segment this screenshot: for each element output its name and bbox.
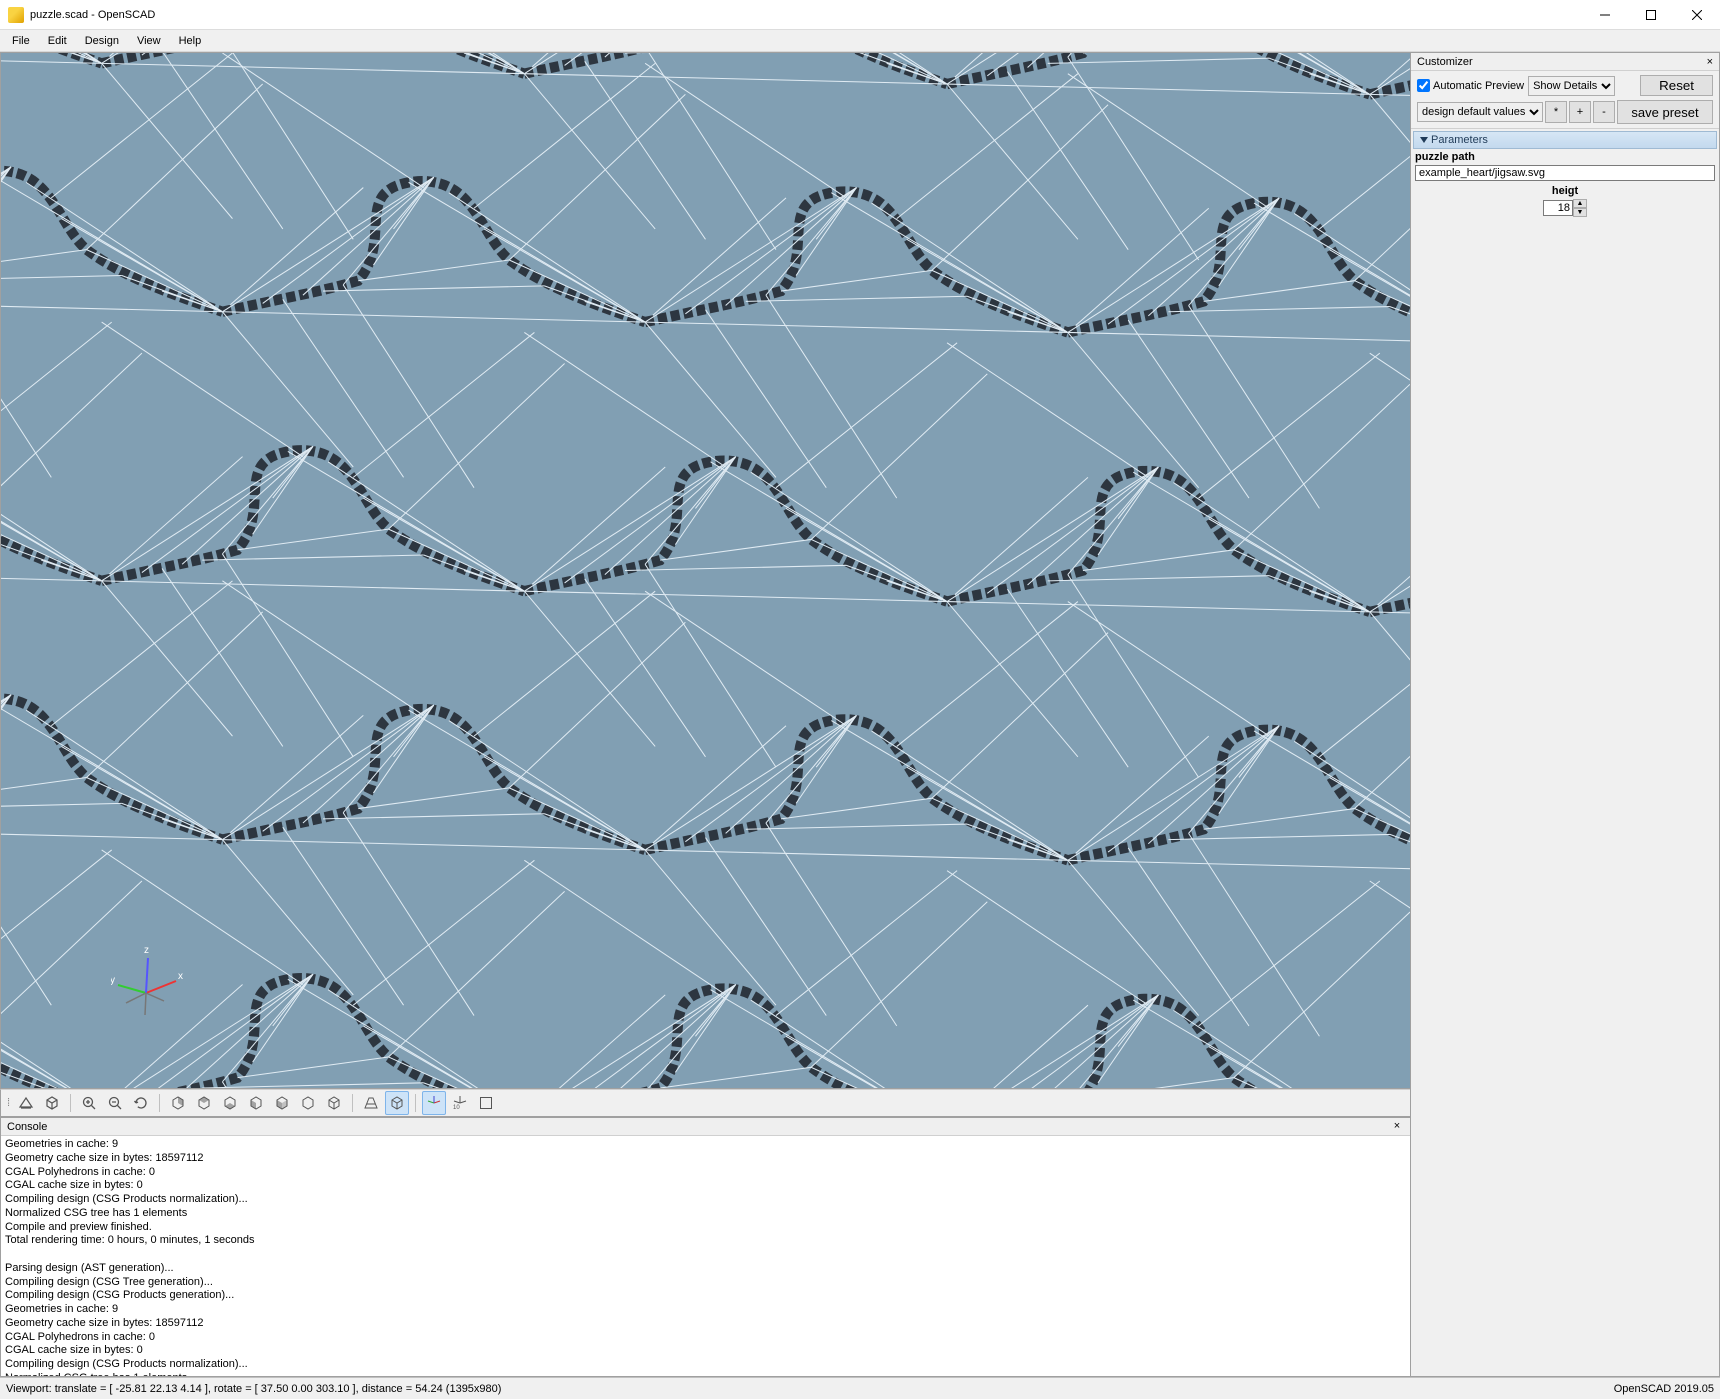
zoom-in-button[interactable] [77, 1091, 101, 1115]
param-height-label: heigt [1552, 185, 1578, 197]
param-puzzle-path-label: puzzle path [1415, 151, 1715, 163]
menu-bar: File Edit Design View Help [0, 30, 1720, 52]
app-icon [8, 7, 24, 23]
param-puzzle-path: puzzle path [1411, 151, 1719, 185]
param-puzzle-path-input[interactable] [1415, 165, 1715, 181]
svg-text:10: 10 [453, 1105, 460, 1111]
view-back-button[interactable] [296, 1091, 320, 1115]
customizer-top-row: Automatic Preview Show Details Reset [1411, 71, 1719, 100]
param-height-spinner[interactable]: ▲ ▼ [1573, 199, 1587, 217]
view-diag-button[interactable] [322, 1091, 346, 1115]
orthogonal-button[interactable] [385, 1091, 409, 1115]
view-front-button[interactable] [270, 1091, 294, 1115]
customizer-close-icon[interactable]: × [1707, 56, 1713, 68]
maximize-button[interactable] [1628, 0, 1674, 30]
view-bottom-button[interactable] [218, 1091, 242, 1115]
menu-help[interactable]: Help [171, 32, 210, 50]
show-scale-button[interactable]: 10 [448, 1091, 472, 1115]
perspective-button[interactable] [359, 1091, 383, 1115]
parameters-header[interactable]: Parameters [1413, 131, 1717, 149]
customizer-preset-row: design default values * + - save preset [1411, 100, 1719, 129]
param-height: heigt ▲ ▼ [1411, 185, 1719, 221]
wireframe-render [1, 53, 1410, 1088]
preset-add-button[interactable]: + [1569, 101, 1591, 123]
customizer-header: Customizer × [1411, 53, 1719, 71]
spinner-down-icon[interactable]: ▼ [1573, 208, 1587, 217]
view-left-button[interactable] [244, 1091, 268, 1115]
workspace: x y z ⁞ [0, 52, 1720, 1377]
axis-x-label: x [178, 971, 183, 982]
console-output[interactable]: Geometries in cache: 9 Geometry cache si… [1, 1136, 1410, 1376]
console-close-icon[interactable]: × [1390, 1120, 1404, 1134]
show-axes-button[interactable] [422, 1091, 446, 1115]
menu-design[interactable]: Design [77, 32, 127, 50]
axes-indicator: x y z [111, 938, 201, 1028]
viewport-toolbar: ⁞ 10 [0, 1089, 1410, 1117]
save-preset-button[interactable]: save preset [1617, 100, 1713, 124]
toolbar-grip-icon: ⁞ [5, 1097, 12, 1109]
detail-select[interactable]: Show Details [1528, 76, 1615, 96]
close-button[interactable] [1674, 0, 1720, 30]
axis-y-label: y [111, 975, 115, 986]
preset-select[interactable]: design default values [1417, 102, 1543, 122]
auto-preview-checkbox[interactable] [1417, 79, 1430, 92]
console-title: Console [7, 1121, 47, 1133]
title-bar: puzzle.scad - OpenSCAD [0, 0, 1720, 30]
viewport-3d[interactable]: x y z [0, 52, 1410, 1089]
menu-file[interactable]: File [4, 32, 38, 50]
window-controls [1582, 0, 1720, 30]
preset-remove-button[interactable]: - [1593, 101, 1615, 123]
reset-view-button[interactable] [129, 1091, 153, 1115]
console-panel: Console × Geometries in cache: 9 Geometr… [0, 1117, 1410, 1377]
console-header: Console × [1, 1118, 1410, 1136]
preset-star-button[interactable]: * [1545, 101, 1567, 123]
triangle-down-icon [1420, 137, 1428, 143]
status-bar: Viewport: translate = [ -25.81 22.13 4.1… [0, 1377, 1720, 1399]
status-left: Viewport: translate = [ -25.81 22.13 4.1… [6, 1383, 501, 1395]
view-top-button[interactable] [192, 1091, 216, 1115]
status-right: OpenSCAD 2019.05 [1614, 1383, 1714, 1395]
show-edges-button[interactable] [474, 1091, 498, 1115]
zoom-out-button[interactable] [103, 1091, 127, 1115]
customizer-panel: Customizer × Automatic Preview Show Deta… [1410, 52, 1720, 1377]
parameters-section: Parameters puzzle path heigt ▲ ▼ [1411, 129, 1719, 221]
preview-button[interactable] [14, 1091, 38, 1115]
render-button[interactable] [40, 1091, 64, 1115]
spinner-up-icon[interactable]: ▲ [1573, 199, 1587, 208]
view-right-button[interactable] [166, 1091, 190, 1115]
auto-preview-text: Automatic Preview [1433, 80, 1524, 92]
menu-edit[interactable]: Edit [40, 32, 75, 50]
axis-z-label: z [144, 945, 149, 956]
parameters-header-label: Parameters [1431, 134, 1488, 146]
window-title: puzzle.scad - OpenSCAD [30, 9, 155, 21]
param-height-input[interactable] [1543, 200, 1573, 216]
reset-button[interactable]: Reset [1640, 75, 1713, 96]
customizer-title: Customizer [1417, 56, 1473, 68]
minimize-button[interactable] [1582, 0, 1628, 30]
main-column: x y z ⁞ [0, 52, 1410, 1377]
auto-preview-checkbox-label[interactable]: Automatic Preview [1417, 79, 1524, 92]
menu-view[interactable]: View [129, 32, 169, 50]
